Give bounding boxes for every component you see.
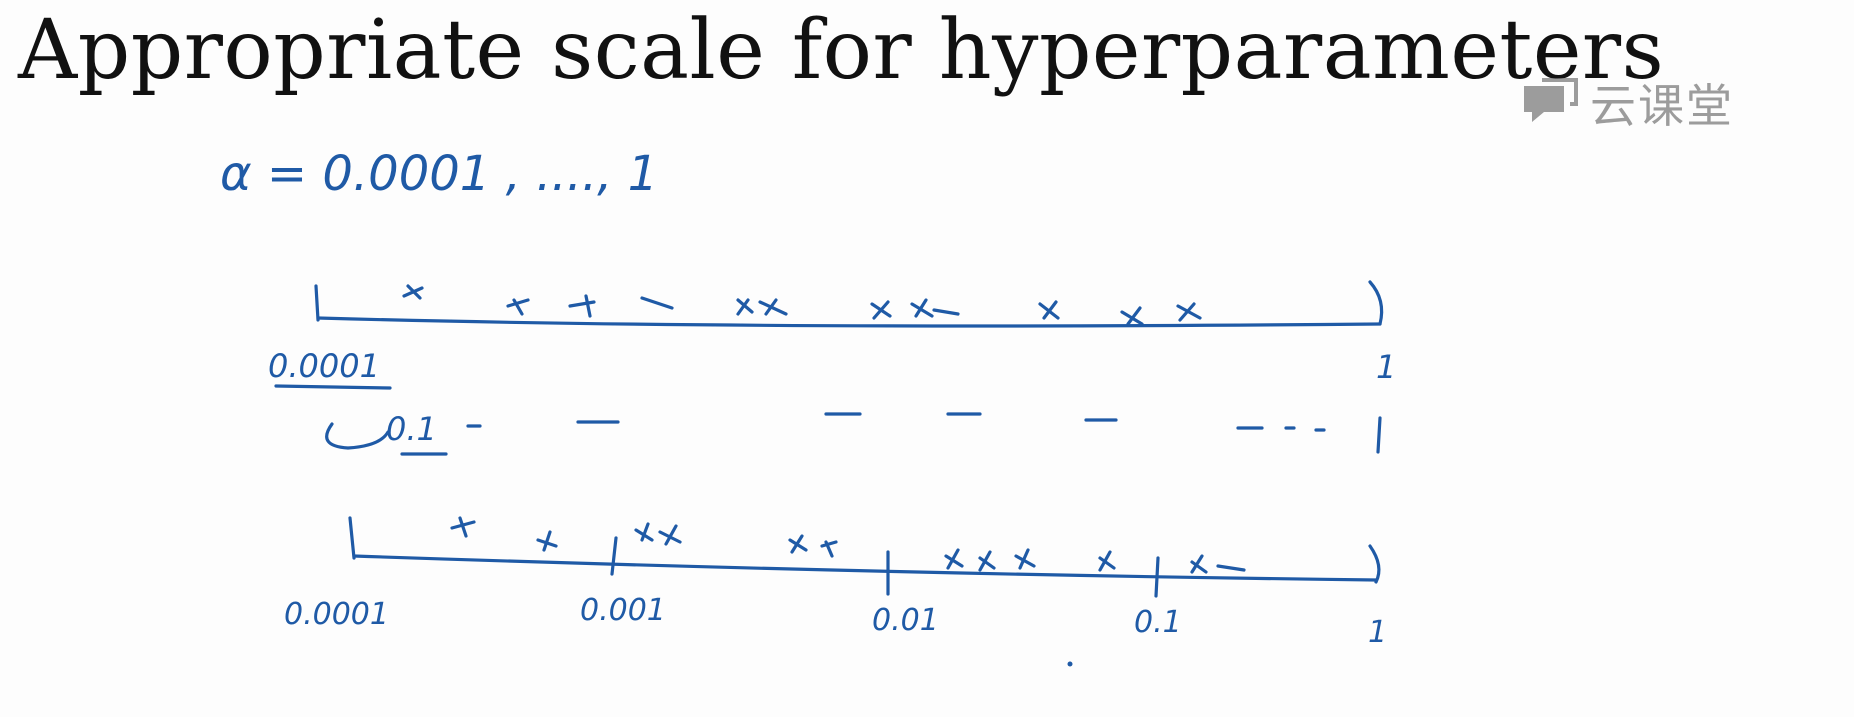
log-axis-tick-0001 bbox=[610, 536, 618, 576]
log-axis-tick-01 bbox=[1154, 556, 1160, 598]
linear-axis-right-label: 1 bbox=[1376, 348, 1396, 386]
subrange-row: 0.1 bbox=[325, 410, 1382, 456]
linear-axis-right-bracket bbox=[1368, 280, 1384, 326]
log-axis: 0.0001 0.001 0.01 0.1 1 bbox=[284, 516, 1387, 650]
subrange-left-label: 0.1 bbox=[386, 410, 437, 448]
linear-axis-samples bbox=[402, 284, 1202, 326]
log-axis-label-3: 0.1 bbox=[1134, 605, 1182, 640]
log-axis-label-1: 0.001 bbox=[580, 593, 666, 628]
subrange-dashes bbox=[466, 412, 1326, 432]
linear-axis-line bbox=[316, 316, 1382, 328]
stray-dot bbox=[1067, 661, 1073, 667]
linear-axis-left-underline bbox=[274, 384, 392, 390]
subrange-right-tick bbox=[1376, 416, 1382, 454]
linear-axis-left-label: 0.0001 bbox=[268, 347, 380, 385]
log-axis-label-4: 1 bbox=[1368, 615, 1387, 650]
handwritten-notes: α = 0.0001 , ...., 1 0.0001 1 0.1 0.0001… bbox=[220, 146, 1396, 667]
log-axis-left-tick bbox=[348, 516, 356, 560]
log-axis-right-bracket bbox=[1368, 544, 1381, 584]
log-axis-label-0: 0.0001 bbox=[284, 597, 389, 632]
slide: Appropriate scale for hyperparameters 云课… bbox=[0, 0, 1854, 717]
linear-axis: 0.0001 1 bbox=[268, 280, 1396, 390]
svg-text:α = 0.0001 , ...., 1: α = 0.0001 , ...., 1 bbox=[220, 146, 658, 202]
curved-arrow bbox=[325, 422, 390, 450]
log-axis-label-2: 0.01 bbox=[872, 603, 939, 638]
linear-axis-left-tick bbox=[314, 284, 320, 322]
alpha-range-line: α = 0.0001 , ...., 1 bbox=[220, 146, 658, 202]
